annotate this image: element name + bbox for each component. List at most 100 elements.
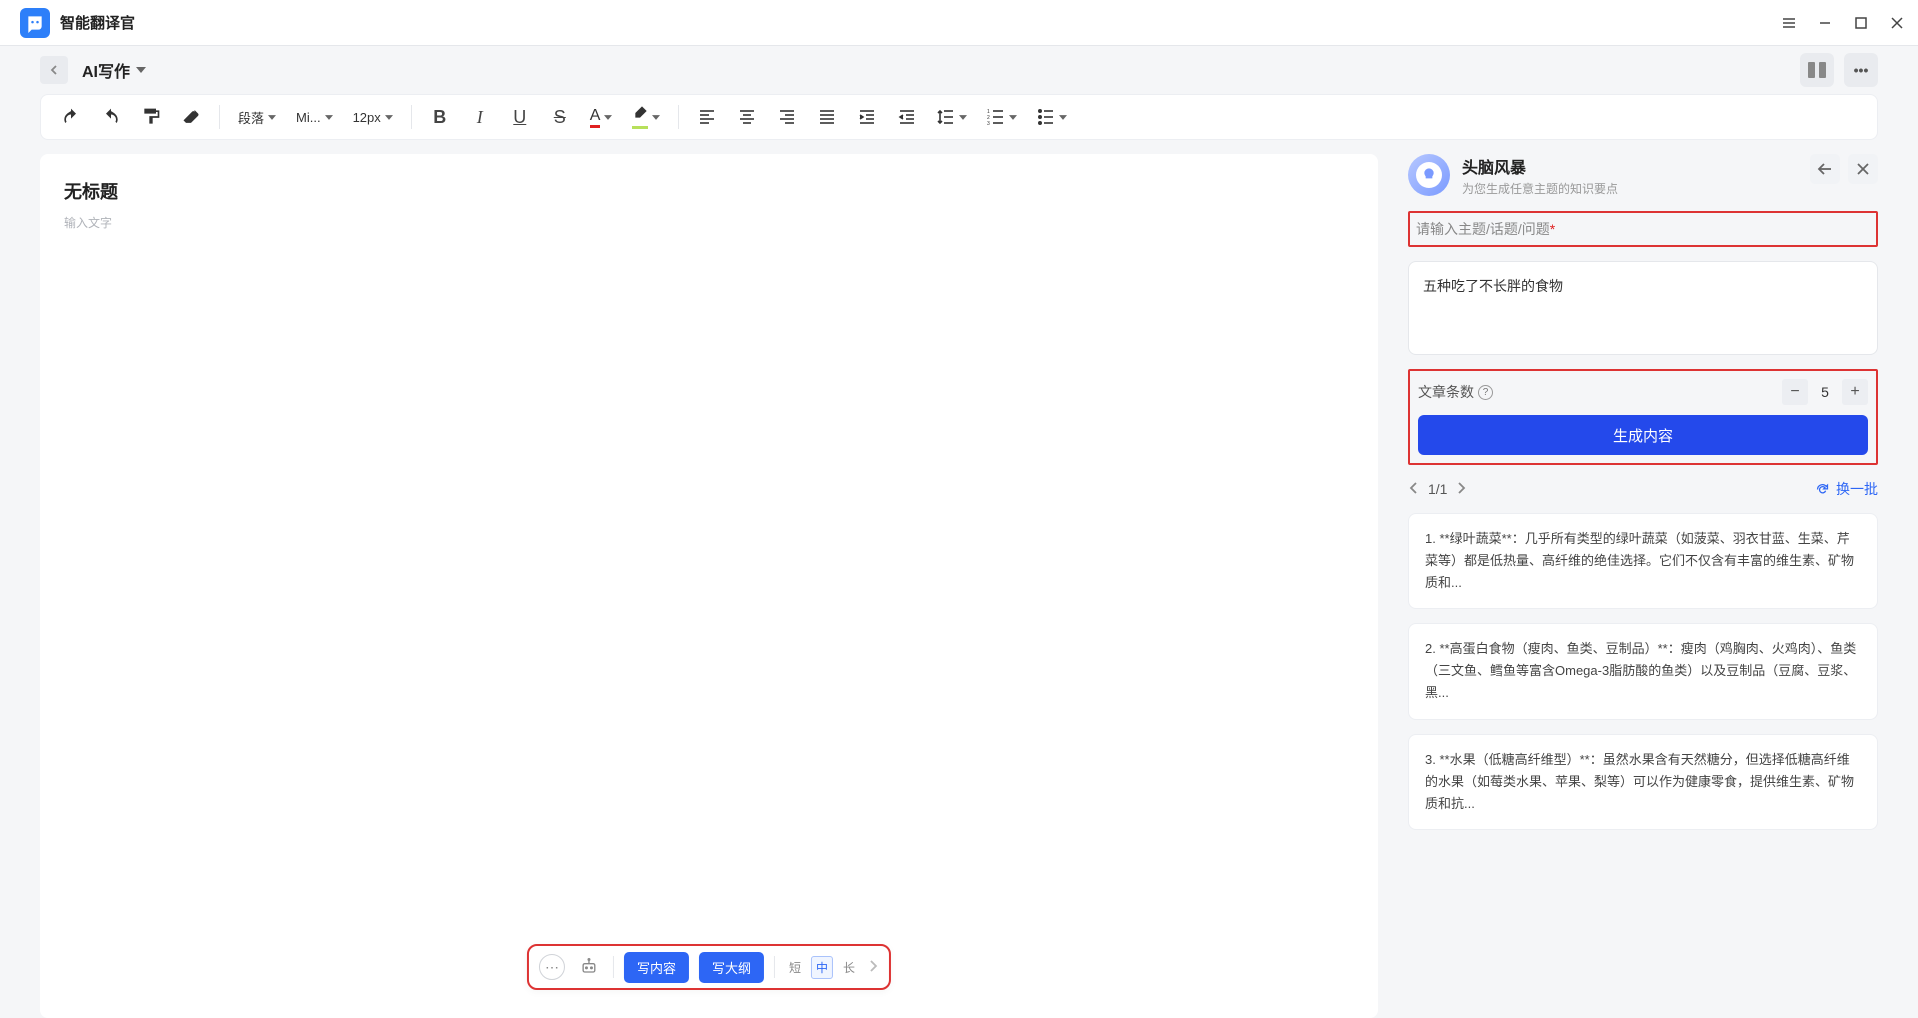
count-label: 文章条数? xyxy=(1418,382,1493,402)
length-mid[interactable]: 中 xyxy=(811,956,833,979)
titlebar-left: 智能翻译官 xyxy=(20,8,135,38)
result-card[interactable]: 3. **水果（低糖高纤维型）**：虽然水果含有天然糖分，但选择低糖高纤维的水果… xyxy=(1408,734,1878,830)
brainstorm-icon xyxy=(1421,167,1437,183)
font-select-text: Mi... xyxy=(296,110,321,125)
bold-button[interactable]: B xyxy=(422,100,458,134)
minimize-button[interactable] xyxy=(1816,14,1834,32)
logo-icon xyxy=(25,13,45,33)
redo-button[interactable] xyxy=(93,100,129,134)
underline-button[interactable]: U xyxy=(502,100,538,134)
document-title[interactable]: 无标题 xyxy=(64,178,1354,204)
length-short[interactable]: 短 xyxy=(785,957,805,978)
close-button[interactable] xyxy=(1888,14,1906,32)
caret-down-icon xyxy=(1059,115,1067,120)
refresh-text: 换一批 xyxy=(1836,479,1878,499)
refresh-button[interactable]: 换一批 xyxy=(1815,479,1878,499)
paragraph-select[interactable]: 段落 xyxy=(230,100,284,134)
help-icon[interactable]: ? xyxy=(1478,385,1493,400)
result-card[interactable]: 1. **绿叶蔬菜**：几乎所有类型的绿叶蔬菜（如菠菜、羽衣甘蓝、生菜、芹菜等）… xyxy=(1408,513,1878,609)
caret-down-icon xyxy=(959,115,967,120)
editor-area[interactable]: 无标题 输入文字 ⋯ 写内容 写大纲 短 中 长 xyxy=(40,154,1378,1018)
write-content-button[interactable]: 写内容 xyxy=(624,952,689,983)
count-value: 5 xyxy=(1808,384,1842,400)
ai-assist-button[interactable] xyxy=(575,953,603,981)
mode-selector[interactable]: AI写作 xyxy=(82,58,146,82)
panel-toggle-button[interactable] xyxy=(1800,53,1834,87)
size-select-text: 12px xyxy=(353,110,381,125)
pager-text: 1/1 xyxy=(1428,481,1447,497)
top-nav-right: ••• xyxy=(1800,53,1878,87)
format-toolbar: 段落 Mi... 12px B I U S A 123 xyxy=(40,94,1878,140)
highlighter-icon xyxy=(632,105,648,121)
panel-close-button[interactable] xyxy=(1848,154,1878,184)
more-button[interactable]: ••• xyxy=(1844,53,1878,87)
align-right-button[interactable] xyxy=(769,100,805,134)
toolbar-separator xyxy=(219,105,220,129)
format-painter-button[interactable] xyxy=(133,100,169,134)
paragraph-select-text: 段落 xyxy=(238,108,264,127)
align-justify-button[interactable] xyxy=(809,100,845,134)
back-button[interactable] xyxy=(40,56,68,84)
svg-text:3: 3 xyxy=(987,121,990,126)
caret-down-icon xyxy=(1009,115,1017,120)
unordered-list-button[interactable] xyxy=(1029,100,1075,134)
strikethrough-button[interactable]: S xyxy=(542,100,578,134)
side-panel: 头脑风暴 为您生成任意主题的知识要点 请输入主题/话题/问题* 文章条数? − … xyxy=(1408,154,1878,1018)
result-pager: 1/1 换一批 xyxy=(1408,479,1878,499)
floating-action-bar: ⋯ 写内容 写大纲 短 中 长 xyxy=(527,944,891,990)
caret-down-icon xyxy=(136,67,146,73)
length-long[interactable]: 长 xyxy=(839,957,859,978)
size-select[interactable]: 12px xyxy=(345,100,401,134)
italic-button[interactable]: I xyxy=(462,100,498,134)
length-group: 短 中 长 xyxy=(785,956,859,979)
align-center-button[interactable] xyxy=(729,100,765,134)
unordered-list-icon xyxy=(1037,108,1055,126)
count-stepper: − 5 + xyxy=(1782,379,1868,405)
titlebar: 智能翻译官 xyxy=(0,0,1918,46)
window-controls xyxy=(1780,14,1906,32)
font-select[interactable]: Mi... xyxy=(288,100,341,134)
text-color-button[interactable]: A xyxy=(582,100,621,134)
caret-down-icon xyxy=(604,115,612,120)
align-left-button[interactable] xyxy=(689,100,725,134)
highlight-button[interactable] xyxy=(624,100,668,134)
separator xyxy=(774,956,775,978)
app-logo xyxy=(20,8,50,38)
count-decrement[interactable]: − xyxy=(1782,379,1808,405)
indent-button[interactable] xyxy=(849,100,885,134)
panel-back-button[interactable] xyxy=(1810,154,1840,184)
caret-down-icon xyxy=(385,115,393,120)
topic-input[interactable] xyxy=(1408,261,1878,355)
generate-button[interactable]: 生成内容 xyxy=(1418,415,1868,455)
ordered-list-icon: 123 xyxy=(987,108,1005,126)
count-row: 文章条数? − 5 + xyxy=(1418,379,1868,405)
result-card[interactable]: 2. **高蛋白食物（瘦肉、鱼类、豆制品）**：瘦肉（鸡胸肉、火鸡肉）、鱼类（三… xyxy=(1408,623,1878,719)
app-title: 智能翻译官 xyxy=(60,12,135,33)
maximize-button[interactable] xyxy=(1852,14,1870,32)
pager-next[interactable] xyxy=(1457,481,1467,498)
toolbar-separator xyxy=(678,105,679,129)
top-nav-left: AI写作 xyxy=(40,56,146,84)
floatbar-next-button[interactable] xyxy=(869,959,879,976)
undo-button[interactable] xyxy=(53,100,89,134)
toolbar-separator xyxy=(411,105,412,129)
document-placeholder: 输入文字 xyxy=(64,214,1354,231)
topic-label: 请输入主题/话题/问题* xyxy=(1416,221,1555,237)
count-and-generate-box: 文章条数? − 5 + 生成内容 xyxy=(1408,369,1878,465)
line-height-button[interactable] xyxy=(929,100,975,134)
panel-title-block: 头脑风暴 为您生成任意主题的知识要点 xyxy=(1462,154,1618,197)
panel-title: 头脑风暴 xyxy=(1462,154,1618,178)
menu-button[interactable] xyxy=(1780,14,1798,32)
pager-prev[interactable] xyxy=(1408,481,1418,498)
floatbar-more-button[interactable]: ⋯ xyxy=(539,954,565,980)
panel-header: 头脑风暴 为您生成任意主题的知识要点 xyxy=(1408,154,1878,197)
write-outline-button[interactable]: 写大纲 xyxy=(699,952,764,983)
ordered-list-button[interactable]: 123 xyxy=(979,100,1025,134)
outdent-button[interactable] xyxy=(889,100,925,134)
panel-subtitle: 为您生成任意主题的知识要点 xyxy=(1462,180,1618,197)
panel-avatar xyxy=(1408,154,1450,196)
eraser-button[interactable] xyxy=(173,100,209,134)
count-increment[interactable]: + xyxy=(1842,379,1868,405)
mode-label-text: AI写作 xyxy=(82,58,130,82)
robot-icon xyxy=(579,957,599,977)
